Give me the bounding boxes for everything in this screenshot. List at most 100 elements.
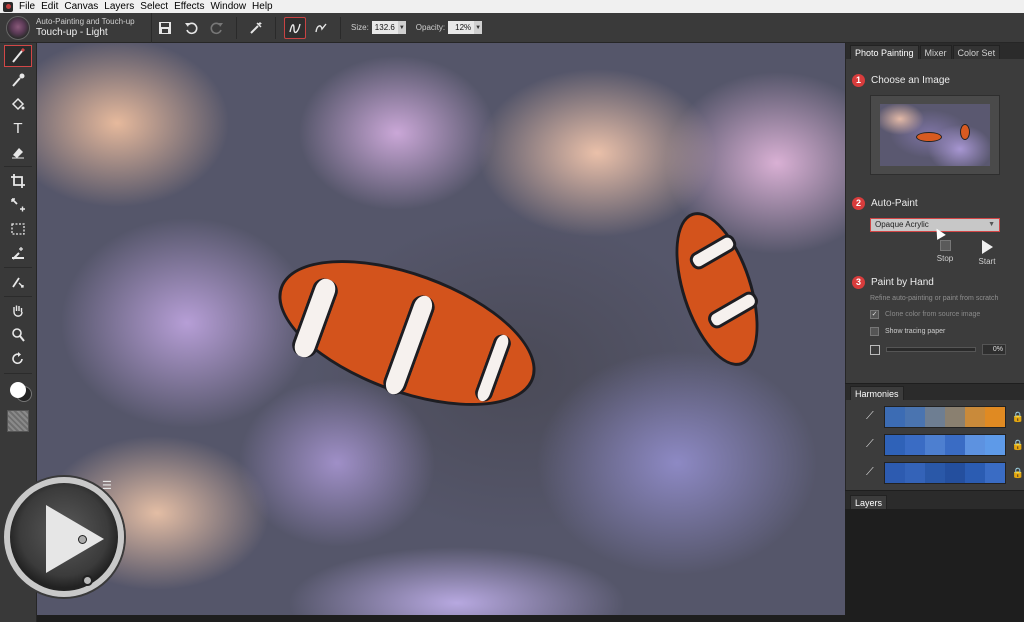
brush-thumbnail [6, 15, 30, 40]
color-swatch[interactable] [924, 407, 945, 427]
brush-variant: Touch-up - Light [36, 26, 108, 38]
lock-icon[interactable]: 🔒 [1012, 440, 1024, 451]
clone-color-checkbox[interactable]: ✓ Clone color from source image [870, 310, 1024, 319]
app-icon [3, 1, 13, 12]
eraser-tool-icon[interactable] [4, 141, 32, 163]
lock-icon[interactable]: 🔒 [1012, 412, 1024, 423]
tab-photo-painting[interactable]: Photo Painting [850, 45, 919, 59]
rotate-page-tool-icon[interactable] [4, 348, 32, 370]
color-swatch[interactable] [884, 435, 905, 455]
color-swatch[interactable] [924, 435, 945, 455]
paint-bucket-tool-icon[interactable] [4, 93, 32, 115]
checkbox-checked[interactable]: ✓ [870, 310, 879, 319]
menu-bar: File Edit Canvas Layers Select Effects W… [0, 0, 1024, 13]
color-swatch[interactable] [904, 435, 925, 455]
redo-icon[interactable] [206, 17, 228, 39]
auto-paint-controls: Stop Start [930, 240, 1024, 266]
color-swatch[interactable] [904, 463, 925, 483]
document-canvas[interactable] [37, 43, 845, 615]
foreground-color-swatch[interactable] [10, 382, 26, 398]
color-swatch[interactable] [984, 463, 1005, 483]
harmonies-panel: Harmonies ⟋ 🔒 ⟋ 🔒 ⟋ 🔒 [845, 384, 1024, 490]
opacity-input[interactable]: 12% [448, 21, 475, 34]
color-swatch[interactable] [984, 435, 1005, 455]
color-well[interactable] [4, 378, 32, 404]
thumbnail-fish [916, 132, 942, 142]
reset-tool-icon[interactable] [245, 17, 267, 39]
separator [275, 16, 276, 39]
brush-selector[interactable]: Auto-Painting and Touch-up Touch-up - Li… [0, 12, 152, 43]
color-swatch[interactable] [944, 435, 965, 455]
brush-category: Auto-Painting and Touch-up [36, 16, 135, 26]
play-icon[interactable] [46, 505, 104, 573]
transform-tool-icon[interactable] [4, 194, 32, 216]
opacity-label: Opacity: [415, 23, 446, 32]
color-swatch[interactable] [984, 407, 1005, 427]
menu-canvas[interactable]: Canvas [61, 0, 101, 13]
menu-window[interactable]: Window [207, 0, 249, 13]
harmony-row: ⟋ 🔒 [866, 434, 1024, 456]
straight-line-stroke-icon[interactable] [310, 17, 332, 39]
tab-harmonies[interactable]: Harmonies [850, 386, 904, 400]
menu-edit[interactable]: Edit [38, 0, 61, 13]
navigator-knob[interactable] [78, 535, 87, 544]
text-tool-icon[interactable]: T [4, 117, 32, 139]
menu-select[interactable]: Select [137, 0, 171, 13]
menu-file[interactable]: File [16, 0, 38, 13]
tab-color-set[interactable]: Color Set [952, 45, 1001, 59]
stop-button[interactable]: Stop [930, 240, 960, 266]
undo-icon[interactable] [180, 17, 202, 39]
save-icon[interactable] [154, 17, 176, 39]
crop-tool-icon[interactable] [4, 170, 32, 192]
color-swatch[interactable] [964, 463, 985, 483]
menu-layers[interactable]: Layers [101, 0, 137, 13]
brush-tool-icon[interactable] [4, 45, 32, 67]
separator [340, 16, 341, 39]
color-swatch[interactable] [964, 407, 985, 427]
lock-icon[interactable]: 🔒 [1012, 468, 1024, 479]
color-swatch[interactable] [884, 407, 905, 427]
panel-tabs: Photo Painting Mixer Color Set [846, 43, 1024, 59]
harmony-rule-icon[interactable]: ⟋ [866, 410, 876, 424]
size-input[interactable]: 132.6 [371, 21, 398, 34]
rectangular-selection-tool-icon[interactable] [4, 218, 32, 240]
separator [236, 16, 237, 39]
color-swatch[interactable] [944, 407, 965, 427]
progress-bar [886, 347, 976, 352]
tab-layers[interactable]: Layers [850, 495, 888, 509]
dropper-tool-icon[interactable] [4, 69, 32, 91]
grabber-hand-tool-icon[interactable] [4, 300, 32, 322]
color-swatch[interactable] [884, 463, 905, 483]
freehand-stroke-icon[interactable] [284, 16, 306, 39]
blend-tool-icon[interactable] [4, 271, 32, 293]
harmony-rule-icon[interactable]: ⟋ [866, 466, 876, 480]
stop-label: Stop [936, 254, 954, 263]
color-swatch[interactable] [964, 435, 985, 455]
step-auto-paint: 2 Auto-Paint [852, 197, 1024, 210]
layers-panel: Layers [845, 491, 1024, 509]
menu-help[interactable]: Help [249, 0, 276, 13]
harmony-rule-icon[interactable]: ⟋ [866, 438, 876, 452]
source-image-well[interactable] [870, 95, 1000, 175]
paper-texture-swatch[interactable] [7, 410, 29, 432]
tab-mixer[interactable]: Mixer [919, 45, 952, 59]
color-swatch[interactable] [944, 463, 965, 483]
magic-wand-tool-icon[interactable] [4, 242, 32, 264]
progress-row: 0% [870, 344, 1024, 355]
start-button[interactable]: Start [972, 240, 1002, 266]
navigator-knob[interactable] [82, 575, 93, 586]
hamburger-menu-icon[interactable]: ☰ [102, 480, 114, 492]
magnifier-tool-icon[interactable] [4, 324, 32, 346]
menu-effects[interactable]: Effects [171, 0, 207, 13]
panel-tabs: Harmonies [846, 384, 1024, 400]
step-title: Auto-Paint [871, 198, 918, 209]
progress-value: 0% [982, 344, 1006, 355]
navigator-widget[interactable] [4, 477, 124, 597]
size-dropdown-icon[interactable]: ▼ [397, 21, 406, 34]
property-bar: Auto-Painting and Touch-up Touch-up - Li… [0, 12, 1024, 43]
color-swatch[interactable] [924, 463, 945, 483]
checkbox-unchecked[interactable] [870, 327, 879, 336]
color-swatch[interactable] [904, 407, 925, 427]
opacity-dropdown-icon[interactable]: ▼ [474, 21, 483, 34]
tracing-paper-checkbox[interactable]: Show tracing paper [870, 327, 1024, 336]
